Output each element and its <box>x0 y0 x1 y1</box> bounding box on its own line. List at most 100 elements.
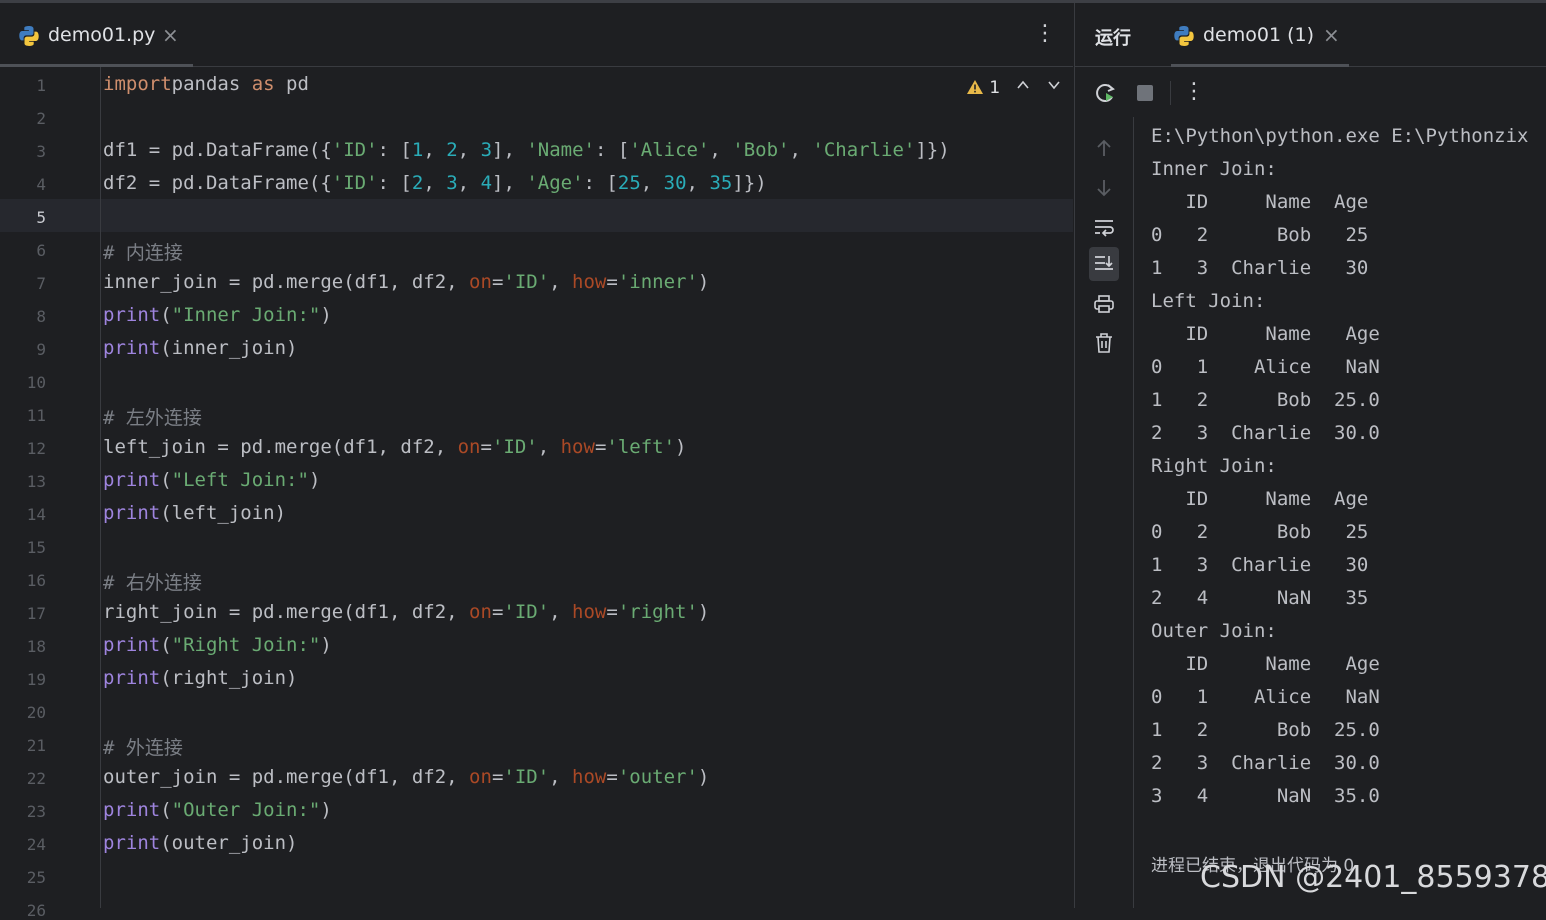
code-token: = <box>491 601 504 623</box>
line-number: 20 <box>26 703 46 722</box>
code-token: ], <box>492 139 527 161</box>
code-token: , <box>549 766 573 788</box>
code-token: how <box>572 601 607 623</box>
close-icon[interactable]: × <box>1323 23 1340 47</box>
console-line: 1 2 Bob 25.0 <box>1151 719 1380 741</box>
console-line: Right Join: <box>1151 455 1277 477</box>
close-icon[interactable]: × <box>162 23 179 47</box>
code-token: 2 <box>411 172 424 194</box>
soft-wrap-icon[interactable] <box>1089 212 1119 242</box>
print-icon[interactable] <box>1089 289 1119 319</box>
code-token: 'left' <box>606 436 676 458</box>
inspection-widget[interactable]: 1 <box>966 78 1000 98</box>
code-token: 'Age' <box>526 172 584 194</box>
line-number-gutter: 1 2 3 4 5 6 7 8 9 10 11 12 13 14 15 16 17 18 19 20 21 22 23 24 2… <box>0 67 101 920</box>
code-line: # 内连接 <box>103 238 183 265</box>
code-line: importpandas as pd <box>103 73 309 95</box>
code-token: pd <box>274 73 309 95</box>
code-line: left_join = pd.merge(df1, df2, on='ID', … <box>103 436 686 458</box>
console-line: ID Name Age <box>1151 191 1369 213</box>
down-arrow-icon[interactable] <box>1089 173 1119 203</box>
code-token: print <box>103 502 161 524</box>
tab-demo01-py[interactable]: demo01.py × <box>0 3 193 67</box>
code-token: # 右外连接 <box>103 572 202 594</box>
code-token: print <box>103 799 161 821</box>
code-token: on <box>469 271 492 293</box>
code-token: (inner_join) <box>160 337 298 359</box>
code-token: how <box>572 271 607 293</box>
line-number: 17 <box>26 604 46 623</box>
code-token: 'ID' <box>491 436 538 458</box>
code-token: = <box>491 766 504 788</box>
code-token: 'right' <box>617 601 698 623</box>
code-token: = <box>606 601 618 623</box>
code-token: # 左外连接 <box>103 407 202 429</box>
code-token: 4 <box>480 172 493 194</box>
line-number: 9 <box>36 340 46 359</box>
line-number: 4 <box>36 175 46 194</box>
code-token: ) <box>320 799 332 821</box>
code-token: "Outer Join:" <box>171 799 321 821</box>
code-token: , <box>423 172 447 194</box>
code-line: print(outer_join) <box>103 832 297 854</box>
console-line: 0 1 Alice NaN <box>1151 686 1380 708</box>
code-token: 'inner' <box>617 271 698 293</box>
chevron-down-icon[interactable] <box>1047 77 1061 96</box>
code-token: import <box>103 73 172 95</box>
code-line: print(right_join) <box>103 667 297 689</box>
code-line: right_join = pd.merge(df1, df2, on='ID',… <box>103 601 709 623</box>
code-token: on <box>469 601 492 623</box>
code-token: ) <box>697 766 710 788</box>
console-line: ID Name Age <box>1151 488 1369 510</box>
console-line: 0 2 Bob 25 <box>1151 521 1369 543</box>
stop-icon[interactable] <box>1136 84 1154 106</box>
console-line: Left Join: <box>1151 290 1266 312</box>
code-line: print(inner_join) <box>103 337 297 359</box>
more-icon[interactable]: ⋮ <box>1183 79 1205 104</box>
code-token: , <box>537 436 561 458</box>
code-token: print <box>103 304 161 326</box>
line-number: 19 <box>26 670 46 689</box>
line-number: 2 <box>36 109 46 128</box>
code-token: on <box>457 436 481 458</box>
more-options-icon[interactable]: ⋮ <box>1034 21 1056 46</box>
console-output[interactable]: E:\Python\python.exe E:\Pythonzix Inner J… <box>1151 121 1546 908</box>
run-toolbar: ⋮ <box>1075 67 1546 117</box>
trash-icon[interactable] <box>1089 328 1119 358</box>
code-token: : [ <box>377 172 412 194</box>
code-token: 'ID' <box>503 766 550 788</box>
chevron-up-icon[interactable] <box>1016 77 1030 96</box>
line-number: 1 <box>36 76 46 95</box>
current-line-highlight <box>0 199 1073 232</box>
code-token: 30 <box>663 172 687 194</box>
code-line: inner_join = pd.merge(df1, df2, on='ID',… <box>103 271 709 293</box>
run-tab-bar: 运行 demo01 (1) × <box>1075 3 1546 67</box>
code-token: "Left Join:" <box>171 469 309 491</box>
scroll-to-end-icon[interactable] <box>1089 247 1119 281</box>
code-token: # 外连接 <box>103 737 183 759</box>
code-token: : [ <box>583 172 618 194</box>
code-line: print("Inner Join:") <box>103 304 332 326</box>
console-line: 0 2 Bob 25 <box>1151 224 1369 246</box>
code-token: (right_join) <box>160 667 298 689</box>
code-line: df1 = pd.DataFrame({'ID': [1, 2, 3], 'Na… <box>103 139 950 161</box>
code-line: # 右外连接 <box>103 568 202 595</box>
console-line: Outer Join: <box>1151 620 1277 642</box>
up-arrow-icon[interactable] <box>1089 133 1119 163</box>
line-number: 6 <box>36 241 46 260</box>
console-line: 1 3 Charlie 30 <box>1151 554 1369 576</box>
tab-run-demo01[interactable]: demo01 (1) × <box>1171 3 1349 67</box>
code-line: # 外连接 <box>103 733 183 760</box>
rerun-icon[interactable] <box>1093 81 1117 109</box>
line-number: 16 <box>26 571 46 590</box>
code-line: print("Outer Join:") <box>103 799 332 821</box>
code-token: 'Name' <box>526 139 595 161</box>
code-token: = <box>606 271 618 293</box>
code-token: inner_join = pd.merge(df1, df2, <box>103 271 470 293</box>
code-token: ) <box>320 634 332 656</box>
code-token: ) <box>697 271 710 293</box>
code-token: , <box>709 139 733 161</box>
code-token: ) <box>320 304 332 326</box>
code-token: ]}) <box>915 139 950 161</box>
code-token: ], <box>492 172 527 194</box>
